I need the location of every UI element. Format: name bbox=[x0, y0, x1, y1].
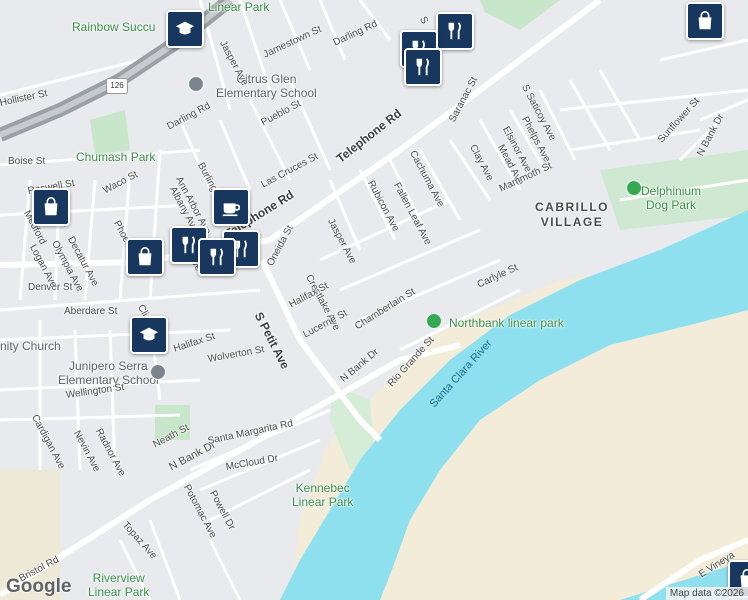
chumash-park-area bbox=[90, 110, 130, 155]
google-logo: Google bbox=[6, 576, 72, 597]
coffee-icon bbox=[222, 203, 241, 217]
northbank-park-label: Northbank linear park bbox=[449, 316, 564, 330]
linear-park-label: Linear Park bbox=[208, 0, 270, 14]
school-icon bbox=[139, 327, 159, 341]
shopping-marker-left[interactable] bbox=[32, 188, 70, 226]
shopping-bag-icon bbox=[138, 247, 152, 266]
shopping-marker-top-right[interactable] bbox=[686, 2, 724, 40]
school-pin-junipero[interactable] bbox=[150, 364, 166, 380]
park-pin-northbank[interactable] bbox=[426, 313, 442, 329]
school-icon bbox=[175, 21, 195, 35]
shopping-bag-icon bbox=[698, 11, 712, 30]
shopping-bag-icon bbox=[44, 197, 58, 216]
aberdare-st-label: Aberdare St bbox=[64, 306, 118, 317]
restaurant-icon bbox=[210, 248, 223, 266]
citrus-glen-school-label: Citrus Glen Elementary School bbox=[216, 72, 317, 100]
map-canvas[interactable]: Linear Park Chumash Park Delphinium Dog … bbox=[0, 0, 748, 600]
restaurant-marker-mid-c[interactable] bbox=[198, 238, 236, 276]
restaurant-marker-top-a[interactable] bbox=[436, 12, 474, 50]
map-attribution[interactable]: Map data ©2026 bbox=[665, 587, 748, 600]
restaurant-icon bbox=[416, 58, 429, 76]
shopping-marker-denver[interactable] bbox=[126, 238, 164, 276]
restaurant-icon bbox=[448, 22, 461, 40]
restaurant-icon bbox=[182, 236, 195, 254]
delphinium-park-label: Delphinium Dog Park bbox=[641, 184, 702, 212]
riverview-park-label: Riverview Linear Park bbox=[88, 571, 150, 599]
school-marker-top[interactable] bbox=[166, 10, 204, 48]
rainbow-label: Rainbow Succu bbox=[72, 20, 156, 34]
kennebec-park-label: Kennebec Linear Park bbox=[292, 481, 354, 509]
chumash-park-label: Chumash Park bbox=[76, 150, 156, 164]
restaurant-marker-top-c[interactable] bbox=[404, 48, 442, 86]
church-label: nity Church bbox=[0, 339, 61, 353]
boise-st-label: Boise St bbox=[8, 156, 46, 167]
cafe-marker[interactable] bbox=[212, 188, 250, 226]
cabrillo-village-label: CABRILLO VILLAGE bbox=[535, 200, 609, 229]
school-marker-junipero[interactable] bbox=[130, 316, 168, 354]
school-pin-citrus-glen[interactable] bbox=[188, 76, 204, 92]
park-pin-delphinium[interactable] bbox=[626, 180, 642, 196]
highway-126-shield: 126 bbox=[106, 78, 128, 94]
junipero-serra-school-label: Junipero Serra Elementary School bbox=[58, 359, 159, 387]
park-area-top bbox=[480, 0, 560, 30]
